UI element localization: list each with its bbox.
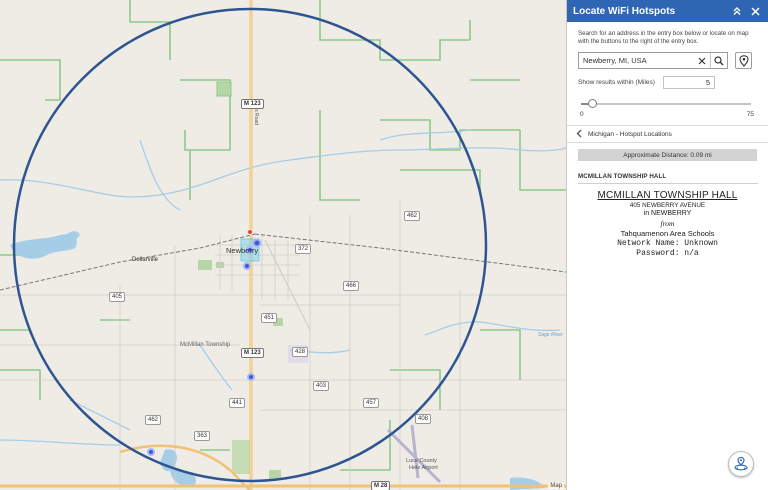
road-shield: 363 bbox=[194, 431, 211, 441]
road-shield: 403 bbox=[313, 381, 330, 391]
river-label-sage: Sage River bbox=[538, 332, 563, 338]
panel-header: Locate WiFi Hotspots bbox=[567, 0, 768, 22]
radius-label: Show results within (Miles) bbox=[578, 79, 655, 86]
result-title: MCMILLAN TOWNSHIP HALL bbox=[597, 190, 738, 201]
locate-hotspot-button[interactable] bbox=[728, 451, 754, 477]
search-icon bbox=[714, 55, 724, 65]
instructions-text: Search for an address in the entry box b… bbox=[578, 30, 749, 45]
slider-min-label: 0 bbox=[580, 111, 584, 118]
search-button[interactable] bbox=[710, 53, 727, 68]
map-attribution[interactable]: Map bbox=[548, 483, 564, 489]
road-shield: 451 bbox=[261, 313, 278, 323]
radius-row: Show results within (Miles) bbox=[578, 76, 768, 89]
result-details: MCMILLAN TOWNSHIP HALL 405 NEWBERRY AVEN… bbox=[567, 190, 768, 258]
road-shield: M 123 bbox=[241, 99, 264, 109]
road-shield: 441 bbox=[229, 398, 246, 408]
park-parcel bbox=[198, 260, 212, 270]
result-header[interactable]: MCMILLAN TOWNSHIP HALL bbox=[578, 173, 758, 184]
town-label-dollarville: Dollarville bbox=[132, 257, 159, 263]
panel-title: Locate WiFi Hotspots bbox=[573, 5, 676, 17]
road-shield: 428 bbox=[292, 347, 309, 357]
locate-hotspot-icon bbox=[734, 456, 748, 471]
result-from-label: from bbox=[660, 219, 675, 228]
road-shield: 462 bbox=[145, 415, 162, 425]
road-shield: 408 bbox=[415, 414, 432, 424]
result-address: 405 NEWBERRY AVENUE bbox=[629, 202, 706, 209]
clear-search-button[interactable] bbox=[693, 53, 710, 68]
road-shield: 466 bbox=[343, 281, 360, 291]
park-parcel bbox=[232, 440, 250, 474]
radius-input[interactable] bbox=[663, 76, 715, 89]
search-row bbox=[578, 52, 768, 69]
airport-label-line1: Luce County bbox=[406, 458, 437, 464]
approximate-distance: Approximate Distance: 0.09 mi bbox=[578, 149, 757, 161]
layer-back-button[interactable]: Michigan - Hotspot Locations bbox=[567, 125, 768, 143]
slider-max-label: 75 bbox=[746, 111, 754, 118]
slider-thumb[interactable] bbox=[588, 99, 598, 108]
result-password: Password: n/a bbox=[636, 249, 699, 258]
town-label-newberry: Newberry bbox=[226, 246, 259, 255]
location-pin-icon bbox=[738, 54, 749, 67]
road-shield: 405 bbox=[109, 292, 126, 302]
road-shield: 457 bbox=[363, 398, 380, 408]
park-parcel bbox=[216, 81, 232, 97]
locate-hotspots-panel: Locate WiFi Hotspots Search for an addre… bbox=[566, 0, 768, 490]
road-shield: M 28 bbox=[371, 481, 391, 490]
result-provider: Tahquamenon Area Schools bbox=[620, 229, 715, 238]
hotspot-marker bbox=[147, 448, 155, 456]
layer-name: Michigan - Hotspot Locations bbox=[588, 130, 672, 138]
result-network-name: Network Name: Unknown bbox=[617, 239, 718, 248]
search-input[interactable] bbox=[579, 53, 693, 68]
close-icon bbox=[698, 57, 705, 64]
search-box bbox=[578, 52, 728, 69]
airport-label-line2: Hele Airport bbox=[409, 465, 438, 471]
road-shield: 372 bbox=[295, 244, 312, 254]
township-label: McMillan Township bbox=[180, 342, 231, 348]
double-chevron-up-icon[interactable] bbox=[730, 4, 744, 18]
slider-track[interactable] bbox=[581, 103, 751, 105]
close-icon[interactable] bbox=[748, 4, 762, 18]
slider-labels: 0 75 bbox=[580, 111, 754, 118]
radius-slider[interactable] bbox=[581, 99, 751, 109]
search-location-pin bbox=[246, 228, 253, 235]
road-shield: 462 bbox=[404, 211, 421, 221]
hotspot-marker bbox=[243, 262, 251, 270]
road-shield: M 123 bbox=[241, 348, 264, 358]
locate-on-map-button[interactable] bbox=[735, 52, 752, 69]
hotspot-marker bbox=[247, 373, 255, 381]
chevron-left-icon[interactable] bbox=[576, 129, 582, 140]
result-city: in NEWBERRY bbox=[643, 210, 692, 217]
